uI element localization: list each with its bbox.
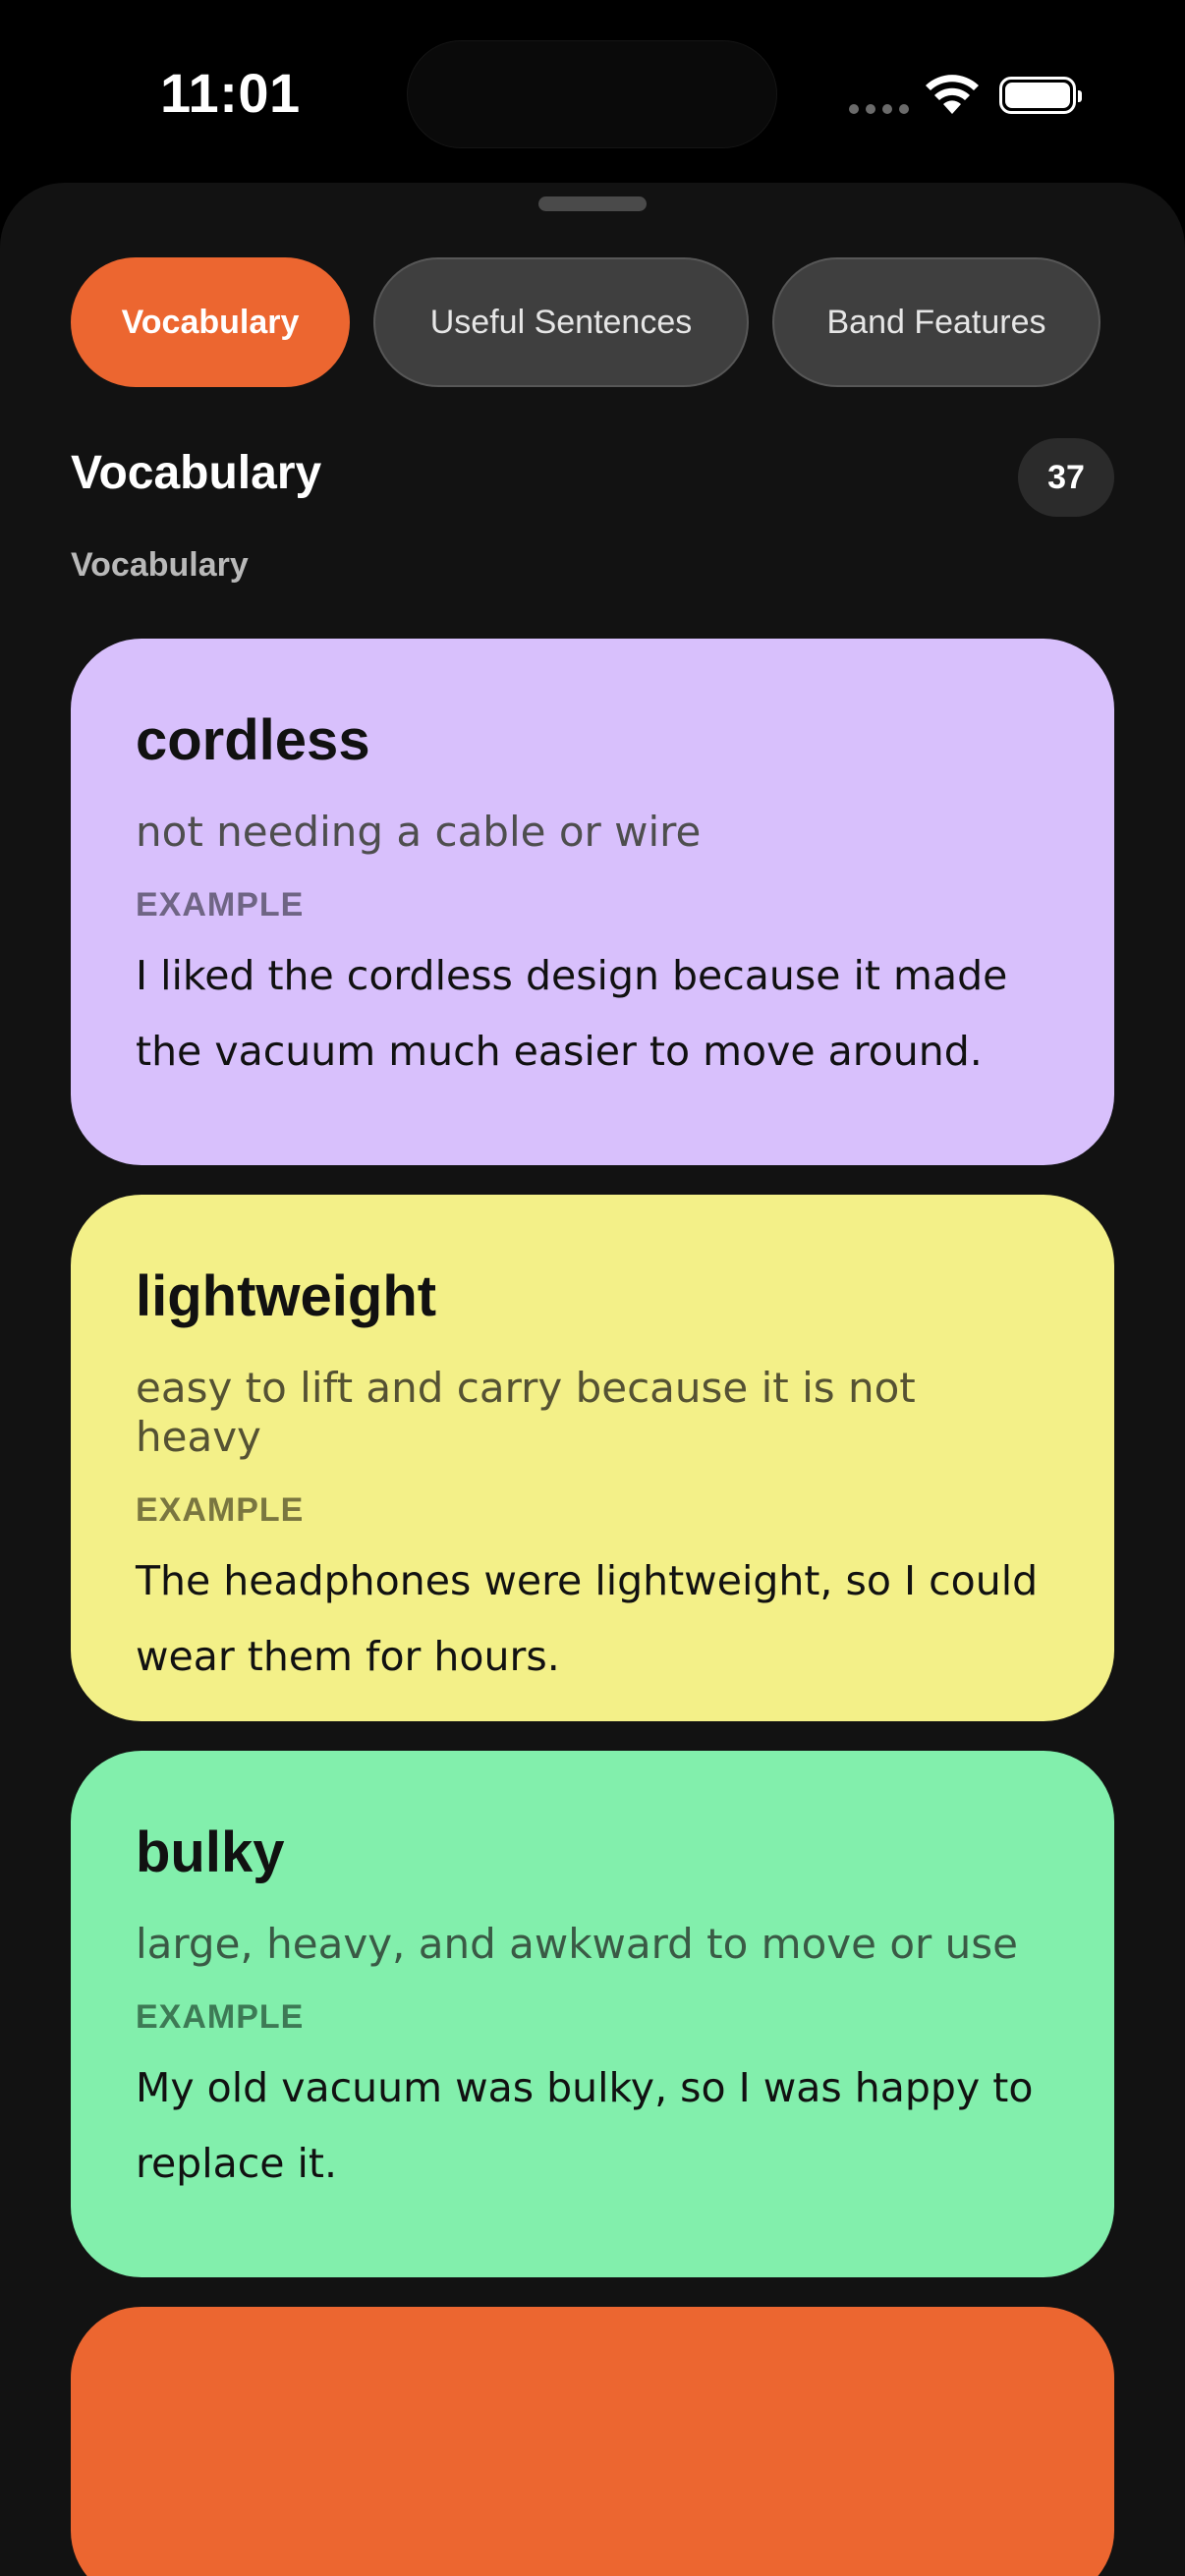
- example-text: My old vacuum was bulky, so I was happy …: [136, 2064, 1034, 2187]
- vocab-definition: easy to lift and carry because it is not…: [136, 1364, 916, 1461]
- example-label: EXAMPLE: [136, 1998, 305, 2036]
- vocab-definition: not needing a cable or wire: [136, 808, 702, 856]
- tab-bar: Vocabulary Useful Sentences Band Feature…: [71, 257, 1100, 387]
- example-label: EXAMPLE: [136, 1491, 305, 1529]
- vocab-card[interactable]: lightweight easy to lift and carry becau…: [71, 1195, 1114, 1721]
- vocab-definition: large, heavy, and awkward to move or use: [136, 1920, 1018, 1968]
- vocab-card[interactable]: cordless not needing a cable or wire EXA…: [71, 639, 1114, 1165]
- tab-vocabulary[interactable]: Vocabulary: [71, 257, 350, 387]
- section-title: Vocabulary: [71, 447, 322, 499]
- status-time: 11:01: [160, 62, 301, 124]
- vocab-word: bulky: [136, 1820, 285, 1884]
- example-label: EXAMPLE: [136, 886, 305, 924]
- tab-useful-sentences[interactable]: Useful Sentences: [373, 257, 749, 387]
- tab-band-features[interactable]: Band Features: [772, 257, 1100, 387]
- vocab-word: cordless: [136, 708, 370, 772]
- section-subtitle: Vocabulary: [71, 546, 249, 584]
- example-text: The headphones were lightweight, so I co…: [136, 1557, 1039, 1680]
- vocab-word: lightweight: [136, 1264, 437, 1328]
- sheet-grabber[interactable]: [538, 196, 647, 211]
- dynamic-island: [407, 40, 777, 148]
- signal-icon: [849, 104, 909, 114]
- vocab-card-partial[interactable]: [71, 2307, 1114, 2576]
- status-bar: 11:01: [0, 0, 1185, 187]
- wifi-icon: [926, 75, 979, 114]
- battery-icon: [999, 77, 1082, 114]
- count-badge: 37: [1018, 438, 1114, 517]
- bottom-sheet: Vocabulary Useful Sentences Band Feature…: [0, 183, 1185, 2576]
- vocab-card[interactable]: bulky large, heavy, and awkward to move …: [71, 1751, 1114, 2277]
- example-text: I liked the cordless design because it m…: [136, 952, 1008, 1075]
